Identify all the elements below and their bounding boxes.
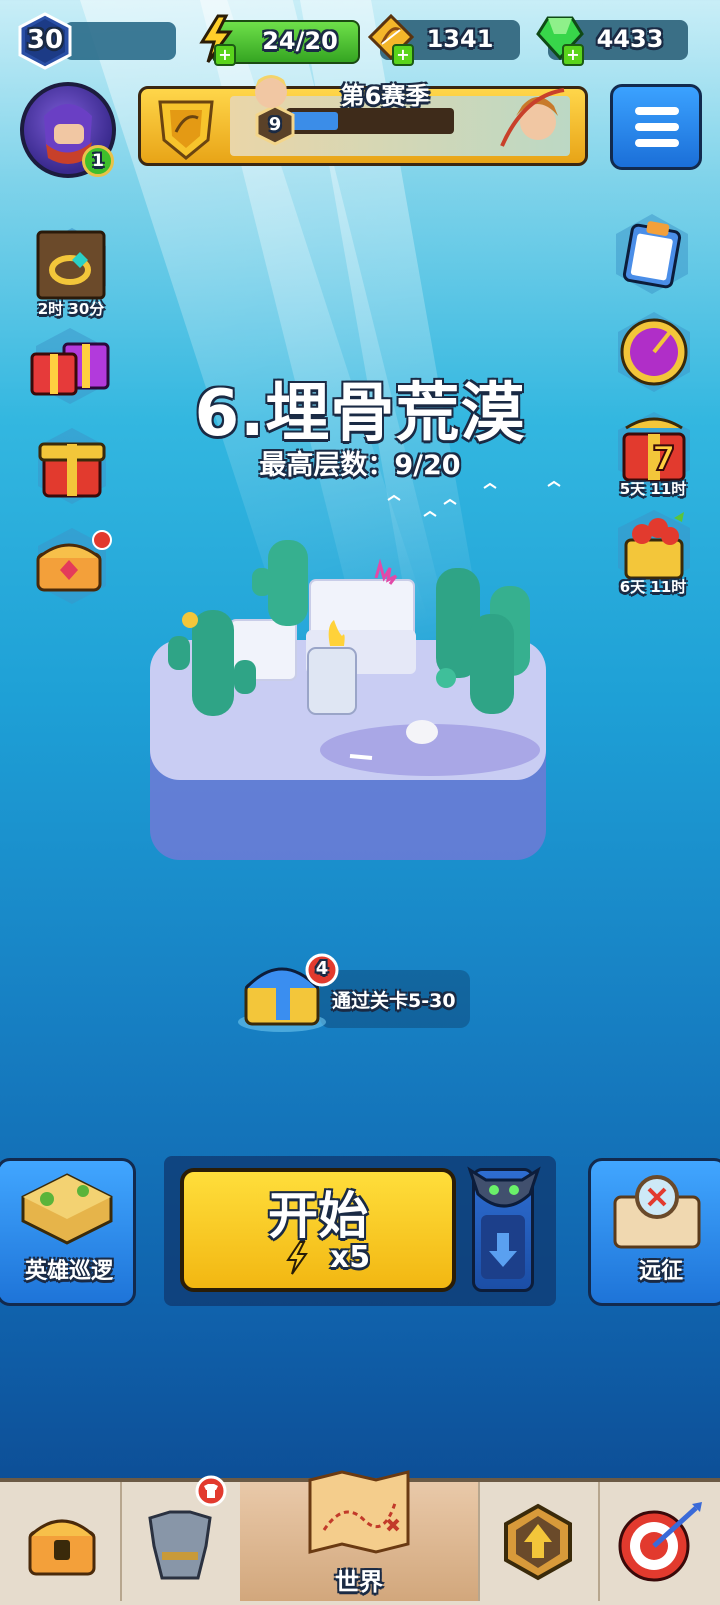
demon-skull-icon xyxy=(466,1160,542,1216)
hero-patrol-button[interactable]: 英雄巡逻 xyxy=(0,1158,136,1306)
season-shield-icon xyxy=(146,88,226,164)
player-level: 30 xyxy=(26,25,64,55)
ring-offer-button[interactable] xyxy=(32,226,112,306)
chest-icon xyxy=(28,1519,96,1576)
stage-island[interactable] xyxy=(140,540,560,870)
start-energy-cost: x5 xyxy=(329,1240,371,1275)
nav-item-chest[interactable] xyxy=(0,1482,122,1601)
archer-portrait xyxy=(494,86,574,162)
armor-badge-icon xyxy=(195,1475,227,1507)
chest-label: 通过关卡5-30 xyxy=(332,990,456,1012)
upgrade-icon xyxy=(504,1503,572,1581)
season-progress-fill xyxy=(290,112,338,130)
avatar-notification-badge: 1 xyxy=(82,145,114,177)
player-level-badge[interactable]: 30 xyxy=(16,12,74,70)
xp-bar xyxy=(64,22,176,60)
start-label: 开始 xyxy=(268,1187,368,1245)
nav-item-armor[interactable] xyxy=(120,1475,242,1601)
expedition-button[interactable]: 远征 xyxy=(588,1158,720,1306)
target-icon xyxy=(618,1502,702,1582)
chest-badge: 4 xyxy=(304,952,340,988)
armor-icon xyxy=(148,1510,212,1580)
arrow-value: 1341 xyxy=(426,25,494,53)
stage-best-floor: 最高层数：9/20 xyxy=(259,450,461,481)
hero-patrol-label: 英雄巡逻 xyxy=(24,1259,113,1284)
menu-icon xyxy=(635,107,679,115)
season-title: 第6赛季 xyxy=(340,82,430,110)
menu-icon-line xyxy=(635,123,679,131)
chest-badge-count: 4 xyxy=(315,958,329,979)
ring-offer-timer: 2时 30分 xyxy=(37,300,105,318)
add-gems-button[interactable]: + xyxy=(562,44,584,66)
menu-button[interactable] xyxy=(610,84,702,170)
nav-item-world[interactable]: 世界 xyxy=(240,1470,480,1601)
blonde-hero-portrait xyxy=(246,66,296,116)
expedition-label: 远征 xyxy=(638,1259,683,1284)
menu-icon-line xyxy=(635,139,679,147)
birds xyxy=(384,480,584,530)
treasure-chest-button[interactable] xyxy=(32,526,112,606)
nav-item-target[interactable] xyxy=(598,1482,720,1601)
add-arrows-button[interactable]: + xyxy=(392,44,414,66)
fruit-basket-timer: 6天 11时 xyxy=(619,578,687,596)
stage-title: 6.埋骨荒漠 xyxy=(194,377,526,451)
nav-item-upgrade[interactable] xyxy=(478,1482,600,1601)
energy-value: 24/20 xyxy=(262,27,338,55)
quest-clipboard-button[interactable] xyxy=(610,212,690,294)
nav-world-label: 世界 xyxy=(335,1568,383,1596)
gem-value: 4433 xyxy=(596,25,664,53)
map-icon xyxy=(308,1470,410,1554)
add-energy-button[interactable]: + xyxy=(214,44,236,66)
season-tier: 9 xyxy=(268,114,282,135)
